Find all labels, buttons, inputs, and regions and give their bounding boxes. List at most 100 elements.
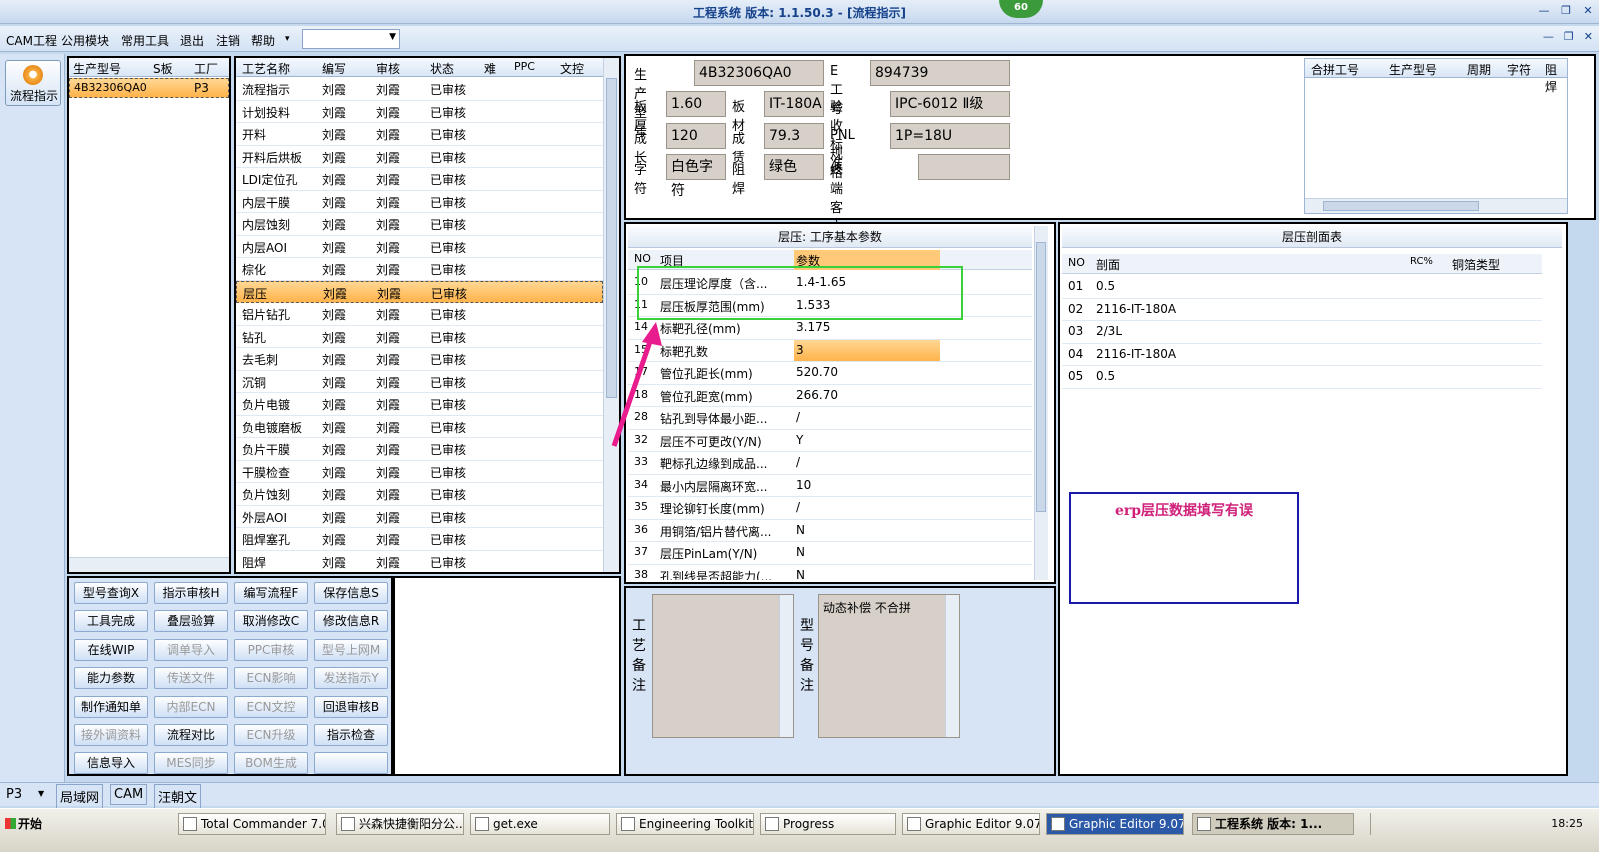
standard-field[interactable]: IPC-6012 Ⅱ级 <box>890 91 1010 117</box>
action-button[interactable]: 流程对比 <box>154 724 228 746</box>
action-button[interactable]: 发送指示Y <box>314 667 388 690</box>
action-button[interactable]: 调单导入 <box>154 638 228 661</box>
mdi-restore-icon[interactable]: ❐ <box>1564 30 1574 43</box>
menu-help[interactable]: 帮助 <box>251 32 275 49</box>
action-button[interactable]: BOM生成 <box>234 752 308 775</box>
process-row[interactable]: 内层AOI 刘霞 刘霞 已审核 <box>236 236 603 258</box>
e-number-field[interactable]: 894739 <box>870 60 1010 86</box>
stackup-row[interactable]: 05 0.5 <box>1062 366 1542 389</box>
col-section[interactable]: 剖面 <box>1096 256 1120 273</box>
minimize-icon[interactable]: — <box>1533 0 1555 22</box>
site-chevron-icon[interactable]: ▼ <box>38 789 44 798</box>
param-row[interactable]: 37 层压PinLam(Y/N) N <box>628 542 1032 565</box>
action-button[interactable]: 编写流程F <box>234 582 308 604</box>
action-button[interactable] <box>314 752 388 775</box>
col-factory[interactable]: 工厂 <box>194 60 218 77</box>
process-row[interactable]: 钻孔 刘霞 刘霞 已审核 <box>236 326 603 348</box>
process-row[interactable]: 流程指示 刘霞 刘霞 已审核 <box>236 78 603 101</box>
process-row[interactable]: 负片电镀 刘霞 刘霞 已审核 <box>236 393 603 416</box>
process-row[interactable]: 负片蚀刻 刘霞 刘霞 已审核 <box>236 483 603 506</box>
col-copper-type[interactable]: 铜箔类型 <box>1452 256 1500 273</box>
menu-combo[interactable]: ▼ <box>302 29 400 49</box>
action-button[interactable]: 修改信息R <box>314 610 388 633</box>
col-s-board[interactable]: S板 <box>153 60 173 77</box>
taskbar-item[interactable]: Graphic Editor 9.07b2... <box>1046 813 1184 835</box>
stackup-row[interactable]: 01 0.5 <box>1062 276 1542 299</box>
col-stack-no[interactable]: NO <box>1068 256 1085 269</box>
restore-icon[interactable]: ❐ <box>1555 0 1577 22</box>
taskbar-item[interactable]: Progress <box>760 813 896 835</box>
params-vscrollbar[interactable] <box>1034 226 1048 580</box>
col-merge-mask[interactable]: 阻焊 <box>1545 61 1567 95</box>
action-button[interactable]: 回退审核B <box>314 695 388 718</box>
param-row[interactable]: 28 钻孔到导体最小距... / <box>628 407 1032 430</box>
col-merge-period[interactable]: 周期 <box>1467 61 1491 78</box>
action-button[interactable]: ECN文控 <box>234 695 308 718</box>
col-process[interactable]: 工艺名称 <box>242 60 290 77</box>
process-row[interactable]: 负片干膜 刘霞 刘霞 已审核 <box>236 438 603 461</box>
stackup-row[interactable]: 04 2116-IT-180A <box>1062 344 1542 366</box>
action-button[interactable]: 制作通知单 <box>74 695 148 718</box>
process-row[interactable]: 层压 刘霞 刘霞 已审核 <box>236 280 603 303</box>
action-button[interactable]: ECN升级 <box>234 724 308 746</box>
menu-common-module[interactable]: 公用模块 <box>61 32 109 49</box>
param-row[interactable]: 35 理论铆钉长度(mm) / <box>628 497 1032 520</box>
menu-exit[interactable]: 退出 <box>180 32 204 49</box>
process-row[interactable]: 计划投料 刘霞 刘霞 已审核 <box>236 101 603 123</box>
col-difficulty[interactable]: 难 <box>484 60 496 77</box>
param-row[interactable]: 33 靶标孔边缘到成品... / <box>628 452 1032 475</box>
menu-tools[interactable]: 常用工具 <box>121 32 169 49</box>
param-row[interactable]: 38 孔到线是否超能力(... N <box>628 565 1032 581</box>
process-remark-field[interactable] <box>652 594 794 738</box>
col-merge-model[interactable]: 生产型号 <box>1389 61 1437 78</box>
param-row[interactable]: 15 标靶孔数 3 <box>628 339 1032 362</box>
param-row[interactable]: 36 用铜箔/铝片替代离... N <box>628 520 1032 542</box>
yield-field[interactable]: 79.3 <box>764 123 824 149</box>
process-row[interactable]: 开料 刘霞 刘霞 已审核 <box>236 123 603 146</box>
taskbar-item[interactable]: Total Commander 7.0 ... <box>178 813 326 835</box>
menu-cam[interactable]: CAM工程 <box>6 32 57 49</box>
model-hscrollbar[interactable] <box>69 557 229 572</box>
process-vscrollbar[interactable] <box>603 58 619 572</box>
prod-model-field[interactable]: 4B32306QA0 <box>694 60 824 86</box>
process-row[interactable]: 内层干膜 刘霞 刘霞 已审核 <box>236 191 603 213</box>
merge-hscrollbar[interactable] <box>1305 198 1567 213</box>
mdi-minimize-icon[interactable]: — <box>1543 30 1554 43</box>
col-status[interactable]: 状态 <box>430 60 454 77</box>
col-no[interactable]: NO <box>634 252 651 265</box>
taskbar-item[interactable]: Engineering Toolkit 9.... <box>616 813 754 835</box>
menu-more-icon[interactable]: ▾ <box>285 34 290 44</box>
process-row[interactable]: 干膜检查 刘霞 刘霞 已审核 <box>236 461 603 483</box>
param-row[interactable]: 14 标靶孔径(mm) 3.175 <box>628 317 1032 340</box>
action-button[interactable]: ECN影响 <box>234 667 308 690</box>
action-button[interactable]: 叠层验算 <box>154 610 228 633</box>
action-button[interactable]: 在线WIP <box>74 638 148 661</box>
action-button[interactable]: 接外调资料 <box>74 724 148 746</box>
site-select[interactable]: P3 <box>6 787 22 802</box>
col-doc-control[interactable]: 文控 <box>560 60 584 77</box>
col-rc[interactable]: RC% <box>1410 256 1433 267</box>
action-button[interactable]: 内部ECN <box>154 695 228 718</box>
stackup-row[interactable]: 03 2/3L <box>1062 321 1542 344</box>
model-row[interactable]: 4B32306QA0 P3 <box>69 78 229 98</box>
material-field[interactable]: IT-180A <box>764 91 824 117</box>
param-row[interactable]: 18 管位孔距宽(mm) 266.70 <box>628 385 1032 407</box>
mdi-close-icon[interactable]: ✕ <box>1584 30 1593 43</box>
growth-field[interactable]: 120 <box>666 123 726 149</box>
close-icon[interactable]: ✕ <box>1577 0 1599 22</box>
thickness-field[interactable]: 1.60 <box>666 91 726 117</box>
flow-indicator-button[interactable]: ● 流程指示 <box>5 60 61 106</box>
process-row[interactable]: 阻焊 刘霞 刘霞 已审核 <box>236 551 603 573</box>
process-row[interactable]: 内层蚀刻 刘霞 刘霞 已审核 <box>236 213 603 236</box>
pnl-field[interactable]: 1P=18U <box>890 123 1010 149</box>
process-row[interactable]: 去毛刺 刘霞 刘霞 已审核 <box>236 348 603 371</box>
action-button[interactable]: PPC审核 <box>234 638 308 661</box>
process-row[interactable]: 阻焊塞孔 刘霞 刘霞 已审核 <box>236 528 603 551</box>
action-button[interactable]: 取消修改C <box>234 610 308 633</box>
action-button[interactable]: 保存信息S <box>314 582 388 604</box>
col-merge-no[interactable]: 合拼工号 <box>1311 61 1359 78</box>
process-row[interactable]: 棕化 刘霞 刘霞 已审核 <box>236 258 603 281</box>
param-row[interactable]: 17管位孔距长(mm)520.70 <box>628 362 1032 385</box>
action-button[interactable]: 型号上网M <box>314 638 388 661</box>
action-button[interactable]: 型号查询X <box>74 582 148 604</box>
